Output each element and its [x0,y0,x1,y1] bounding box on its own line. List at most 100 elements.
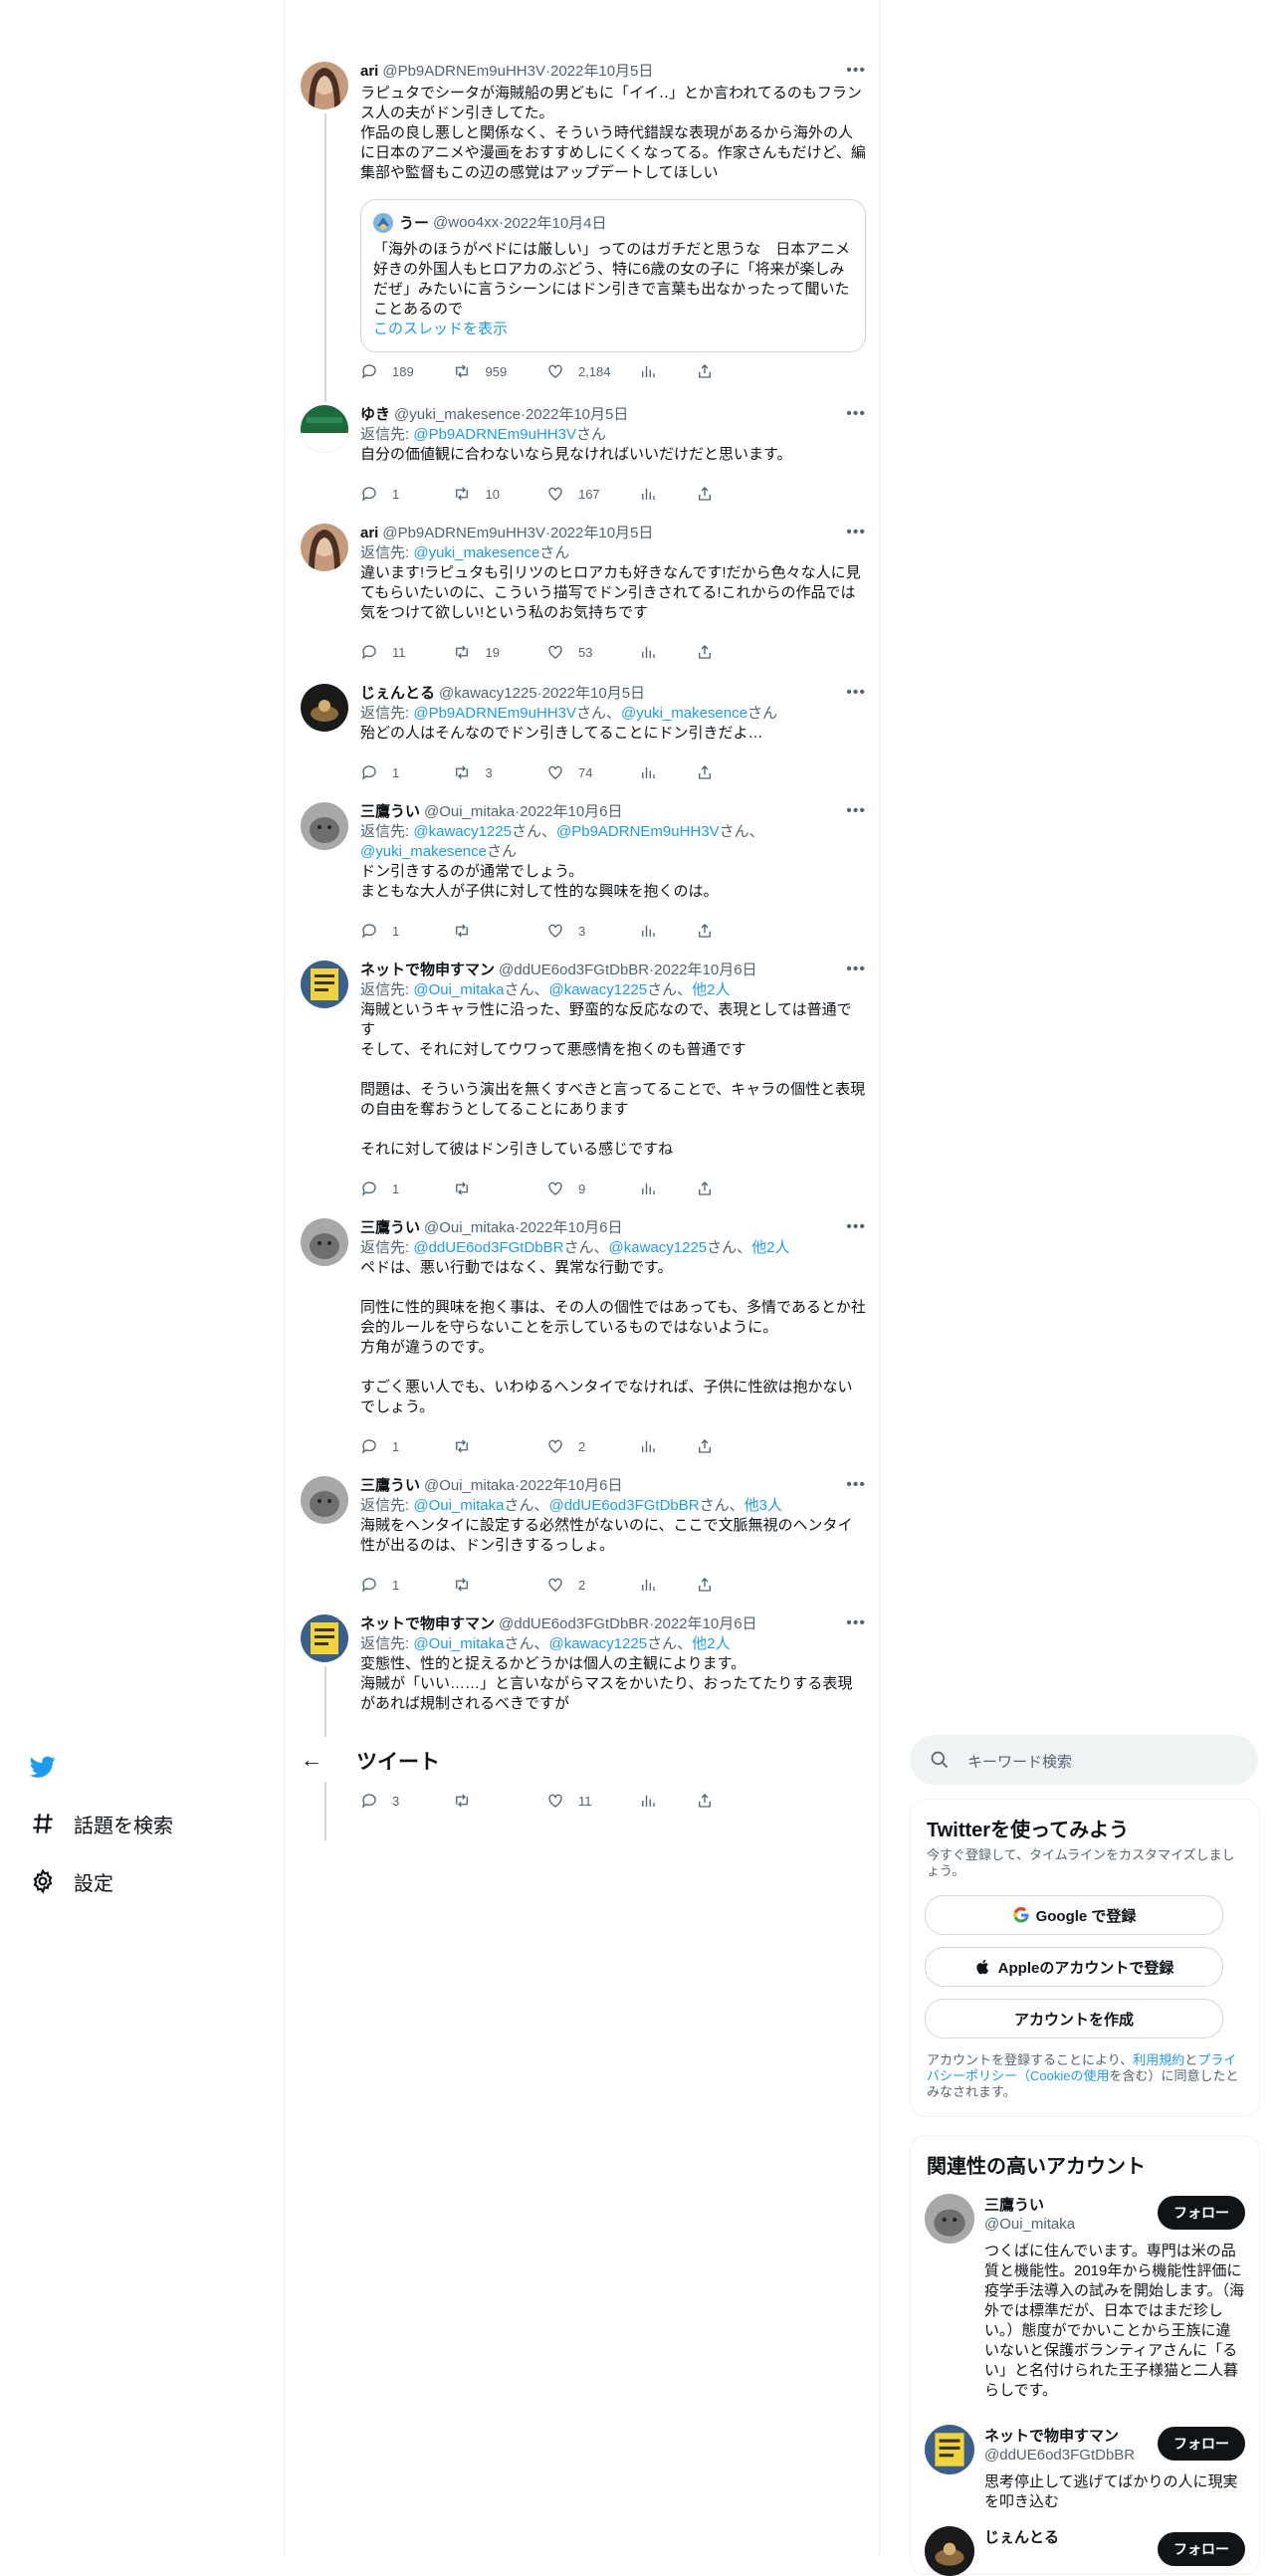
search-input[interactable]: キーワード検索 [967,1751,1072,1772]
share-button[interactable] [696,1437,788,1455]
views-button[interactable] [639,922,695,940]
retweet-button[interactable]: 19 [453,643,545,661]
avatar[interactable] [925,2526,974,2576]
more-icon[interactable]: ••• [846,1614,866,1632]
more-icon[interactable]: ••• [846,1218,866,1236]
share-button[interactable] [696,763,788,781]
show-thread-link[interactable]: このスレッドを表示 [373,318,508,338]
reply-mention[interactable]: @kawacy1225 [413,823,512,840]
reply-button[interactable]: 1 [360,1576,453,1594]
reply-mention[interactable]: @Oui_mitaka [413,1497,504,1514]
reply-others-link[interactable]: 他2人 [692,1635,730,1652]
reply-mention[interactable]: @kawacy1225 [609,1239,708,1256]
tweet-date[interactable]: 2022年10月5日 [550,62,653,82]
avatar[interactable] [925,2425,974,2474]
like-button[interactable]: 3 [546,922,639,940]
user-name[interactable]: ネットで物申すマン [360,1614,495,1634]
share-button[interactable] [696,1576,788,1594]
terms-link[interactable]: 利用規約 [1133,2052,1184,2067]
user-handle[interactable]: @Oui_mitaka [424,802,515,822]
retweet-button[interactable] [453,1437,545,1455]
retweet-button[interactable]: 959 [453,362,545,380]
reply-others-link[interactable]: 他2人 [692,981,730,998]
like-button[interactable]: 2 [546,1437,639,1455]
more-icon[interactable]: ••• [846,405,866,423]
reply-mention[interactable]: @Pb9ADRNEm9uHH3V [556,823,720,840]
reply-button[interactable]: 1 [360,1180,453,1197]
retweet-button[interactable]: 10 [453,485,545,503]
follow-button[interactable]: フォロー [1158,2532,1245,2566]
reply-button[interactable]: 1 [360,485,453,503]
user-name[interactable]: 三鷹うい [360,802,420,822]
like-button[interactable]: 53 [546,643,639,661]
nav-explore[interactable]: 話題を検索 [30,1795,173,1852]
tweet[interactable]: ari @Pb9ADRNEm9uHH3V · 2022年10月5日 ••• 返信… [301,524,866,673]
user-name[interactable]: ネットで物申すマン [360,961,495,980]
tweet[interactable]: ゆき @yuki_makesence · 2022年10月5日 ••• 返信先:… [301,405,866,515]
user-name[interactable]: ari [360,62,378,82]
reply-mention[interactable]: @Pb9ADRNEm9uHH3V [413,426,576,443]
reply-button[interactable]: 1 [360,763,453,781]
user-name[interactable]: 三鷹うい [360,1218,420,1238]
related-account[interactable]: じぇんとる フォロー [925,2526,1245,2576]
tweet[interactable]: 三鷹うい @Oui_mitaka · 2022年10月6日 ••• 返信先: @… [301,1476,866,1593]
avatar[interactable] [925,2194,974,2244]
views-button[interactable] [639,485,695,503]
tweet-date[interactable]: 2022年10月5日 [526,405,628,425]
more-icon[interactable]: ••• [846,62,866,80]
avatar[interactable] [301,1476,348,1524]
avatar[interactable] [301,802,348,850]
quote-tweet[interactable]: うー @woo4xx · 2022年10月4日 「海外のほうがペドには厳しい」っ… [360,199,866,352]
share-button[interactable] [696,643,788,661]
user-handle[interactable]: @Pb9ADRNEm9uHH3V [382,524,545,543]
user-name[interactable]: ari [360,524,378,543]
like-button[interactable]: 74 [546,763,639,781]
like-button[interactable]: 11 [546,1792,639,1810]
tweet-date[interactable]: 2022年10月6日 [654,961,756,980]
reply-mention[interactable]: @yuki_makesence [621,705,747,722]
retweet-button[interactable] [453,922,545,940]
retweet-button[interactable] [453,1792,545,1810]
user-handle[interactable]: @ddUE6od3FGtDbBR [499,1614,649,1634]
reply-button[interactable]: 189 [360,362,453,380]
tweet-date[interactable]: 2022年10月6日 [654,1614,756,1634]
reply-mention[interactable]: @yuki_makesence [360,843,487,860]
like-button[interactable]: 9 [546,1180,639,1197]
account-name[interactable]: ネットで物申すマン [984,2425,1119,2446]
like-button[interactable]: 167 [546,485,639,503]
views-button[interactable] [639,1576,695,1594]
account-handle[interactable]: @Oui_mitaka [984,2216,1075,2233]
reply-button[interactable]: 1 [360,922,453,940]
account-handle[interactable]: @ddUE6od3FGtDbBR [984,2447,1135,2464]
apple-signup-button[interactable]: Appleのアカウントで登録 [925,1947,1223,1987]
related-account[interactable]: ネットで物申すマン @ddUE6od3FGtDbBR 思考停止して逃げてばかりの… [925,2425,1245,2514]
tweet[interactable]: ari @Pb9ADRNEm9uHH3V · 2022年10月5日 ••• ラピ… [301,62,866,402]
more-icon[interactable]: ••• [846,961,866,978]
share-button[interactable] [696,1792,788,1810]
user-handle[interactable]: @yuki_makesence [394,405,521,425]
user-handle[interactable]: @Oui_mitaka [424,1218,515,1238]
reply-mention[interactable]: @Pb9ADRNEm9uHH3V [413,705,576,722]
tweet-date[interactable]: 2022年10月5日 [542,684,645,704]
create-account-button[interactable]: アカウントを作成 [925,1999,1223,2039]
reply-others-link[interactable]: 他2人 [751,1239,789,1256]
tweet[interactable]: ネットで物申すマン @ddUE6od3FGtDbBR · 2022年10月6日 … [301,961,866,1199]
avatar[interactable] [301,961,348,1008]
reply-mention[interactable]: @kawacy1225 [548,981,647,998]
views-button[interactable] [639,643,695,661]
account-name[interactable]: 三鷹うい [984,2194,1044,2215]
follow-button[interactable]: フォロー [1158,2196,1245,2230]
search-box[interactable]: キーワード検索 [910,1735,1258,1785]
avatar[interactable] [301,1614,348,1662]
follow-button[interactable]: フォロー [1158,2427,1245,2461]
reply-button[interactable]: 11 [360,643,453,661]
more-icon[interactable]: ••• [846,802,866,820]
share-button[interactable] [696,485,788,503]
share-button[interactable] [696,362,788,380]
like-button[interactable]: 2,184 [546,362,639,380]
avatar[interactable] [301,684,348,732]
reply-mention[interactable]: @ddUE6od3FGtDbBR [413,1239,563,1256]
tweet[interactable]: 三鷹うい @Oui_mitaka · 2022年10月6日 ••• 返信先: @… [301,802,866,952]
more-icon[interactable]: ••• [846,524,866,541]
user-handle[interactable]: @kawacy1225 [439,684,537,704]
